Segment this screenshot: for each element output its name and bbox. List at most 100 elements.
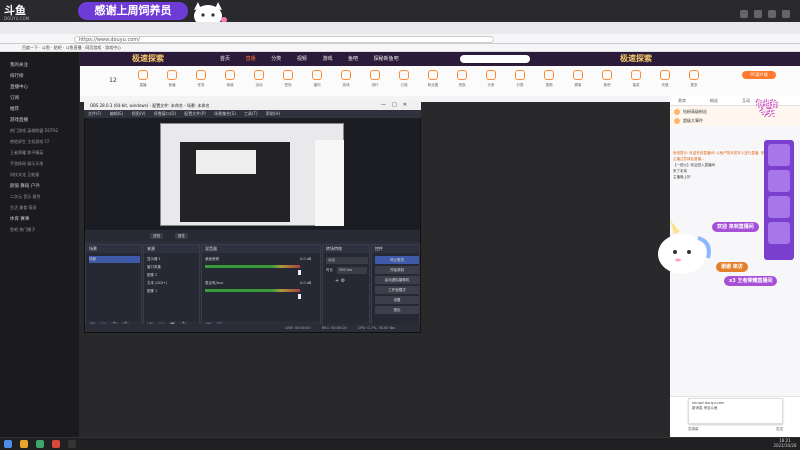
sidebar-item[interactable]: 鱼吧 热门圈子 xyxy=(10,227,78,235)
sidebar-item[interactable]: 订阅 xyxy=(10,95,78,103)
gift-icon[interactable] xyxy=(768,222,790,244)
filters-button[interactable]: 滤镜 xyxy=(150,233,163,239)
bookmark-item[interactable]: 斗鱼直播 xyxy=(65,45,81,50)
virtual-camera-button[interactable]: 启动虚拟摄像机 xyxy=(375,276,419,284)
nav-category[interactable]: 分类 xyxy=(271,56,281,62)
scene-item[interactable]: 场景 xyxy=(89,256,140,263)
explorer-icon[interactable] xyxy=(20,440,28,448)
bookmark-item[interactable]: 网页游戏 xyxy=(85,45,101,50)
start-recording-button[interactable]: 开始录制 xyxy=(375,266,419,274)
category-icon-item[interactable]: 贵族 xyxy=(449,66,475,96)
site-search-input[interactable] xyxy=(460,55,530,63)
menu-file[interactable]: 文件(F) xyxy=(88,111,101,116)
category-icon-item[interactable]: 视频 xyxy=(536,66,562,96)
bookmark-item[interactable]: 游戏中心 xyxy=(105,45,121,50)
chat-tab[interactable]: 粉丝 xyxy=(710,98,718,104)
properties-button[interactable]: 属性 xyxy=(175,233,188,239)
game-logo-left[interactable]: 极速探索 xyxy=(132,53,202,65)
category-icon-item[interactable]: 活动 xyxy=(246,66,272,96)
nav-explore[interactable]: 探秘新鱼吧 xyxy=(374,56,399,62)
source-item[interactable]: 图像 2 xyxy=(147,272,157,279)
category-icon-item[interactable]: 鱼塘 xyxy=(159,66,185,96)
category-icon-item[interactable]: 直播 xyxy=(130,66,156,96)
menu-docks[interactable]: 停靠窗口(D) xyxy=(154,111,176,116)
stop-streaming-button[interactable]: 停止推流 xyxy=(375,256,419,264)
source-item[interactable]: 显示器 1 xyxy=(147,256,161,263)
browser-icon[interactable] xyxy=(36,440,44,448)
sidebar-item[interactable]: 颜值 舞蹈 户外 xyxy=(10,183,78,191)
sidebar-item[interactable]: 游戏直播 xyxy=(10,117,78,125)
exit-button[interactable]: 退出 xyxy=(375,306,419,314)
category-icon-item[interactable]: 签到 xyxy=(275,66,301,96)
category-icon-item[interactable]: 头条 xyxy=(478,66,504,96)
category-icon-item[interactable]: 福利 xyxy=(304,66,330,96)
sidebar-item[interactable]: 我的关注 xyxy=(10,62,78,70)
nav-yuba[interactable]: 鱼吧 xyxy=(348,56,358,62)
gift-icon[interactable] xyxy=(768,196,790,218)
address-bar[interactable]: https://www.douyu.com/ xyxy=(74,36,494,43)
browser-tab-strip[interactable] xyxy=(0,22,800,34)
send-button[interactable]: 发送 xyxy=(776,426,783,432)
menu-edit[interactable]: 编辑(E) xyxy=(110,111,124,116)
bookmark-item[interactable]: 百度一下 xyxy=(22,45,38,50)
menu-scene-collection[interactable]: 场景集合(S) xyxy=(214,111,236,116)
studio-mode-button[interactable]: 工作室模式 xyxy=(375,286,419,294)
window-controls[interactable]: —□✕ xyxy=(381,102,419,109)
sidebar-item[interactable]: 科技文化 正能量 xyxy=(10,172,78,180)
menu-profile[interactable]: 配置文件(P) xyxy=(184,111,206,116)
category-icon-item[interactable]: 任务 xyxy=(188,66,214,96)
menu-tools[interactable]: 工具(T) xyxy=(244,111,258,116)
nav-live[interactable]: 直播 xyxy=(246,56,256,62)
sidebar-item[interactable]: 推荐 xyxy=(10,106,78,114)
menu-help[interactable]: 帮助(H) xyxy=(266,111,280,116)
notification-popup[interactable]: mingxi.douyu.com 新消息 来自斗鱼 xyxy=(688,398,783,424)
category-icon-item[interactable]: 排行 xyxy=(362,66,388,96)
obs-taskbar-icon[interactable] xyxy=(68,440,76,448)
category-icon-item[interactable]: 商城 xyxy=(217,66,243,96)
volume-slider[interactable] xyxy=(298,294,301,299)
source-item[interactable]: 窗口采集 xyxy=(147,264,161,271)
taskbar-clock[interactable]: 18:21 2022/10/28 xyxy=(770,438,800,450)
sidebar-item[interactable]: 生活 美食 萌宠 xyxy=(10,205,78,213)
game-logo-right[interactable]: 极速探索 xyxy=(620,53,690,65)
chat-tab[interactable]: 贵宾 xyxy=(678,98,686,104)
chat-input[interactable]: 发弹幕 xyxy=(688,427,699,431)
category-icon-item[interactable]: 充值 xyxy=(652,66,678,96)
sidebar-item[interactable]: 体育 赛事 xyxy=(10,216,78,224)
category-icon-item[interactable]: 抽奖 xyxy=(623,66,649,96)
source-item[interactable]: 图像 1 xyxy=(147,288,157,295)
rank-item[interactable]: 钻粉高级粉丝 xyxy=(674,108,707,116)
sidebar-item[interactable]: 排行榜 xyxy=(10,73,78,81)
nav-home[interactable]: 首页 xyxy=(220,56,230,62)
nav-game[interactable]: 游戏 xyxy=(322,56,332,62)
bookmark-item[interactable]: 贴吧 xyxy=(54,45,62,50)
category-icon-item[interactable]: 更多 xyxy=(681,66,707,96)
duration-input[interactable]: 300 ms xyxy=(337,267,367,274)
sidebar-item[interactable]: 二次元 音乐 星秀 xyxy=(10,194,78,202)
category-icon-item[interactable]: 赛事 xyxy=(565,66,591,96)
gift-icon[interactable] xyxy=(768,144,790,166)
category-icon-item[interactable]: 游戏 xyxy=(333,66,359,96)
bookmark-item[interactable]: 斗鱼 xyxy=(42,45,50,50)
category-icon-item[interactable]: 分类 xyxy=(507,66,533,96)
rank-item[interactable]: 超级大事件 xyxy=(674,117,703,125)
sidebar-item[interactable]: 绝地求生 主机游戏 CF xyxy=(10,139,78,147)
add-icon[interactable]: + ⚙ xyxy=(335,278,345,285)
category-icon-item[interactable]: 订阅 xyxy=(391,66,417,96)
category-icon-item[interactable]: 鱼吧 xyxy=(594,66,620,96)
category-icon-item[interactable]: 粉丝团 xyxy=(420,66,446,96)
windows-start-icon[interactable] xyxy=(4,440,12,448)
nav-video[interactable]: 视频 xyxy=(297,56,307,62)
sidebar-item[interactable]: 热门游戏 英雄联盟 DOTA2 xyxy=(10,128,78,136)
sidebar-item[interactable]: 手游休闲 娱乐天地 xyxy=(10,161,78,169)
sidebar-item[interactable]: 直播中心 xyxy=(10,84,78,92)
app-icon[interactable] xyxy=(52,440,60,448)
settings-button[interactable]: 设置 xyxy=(375,296,419,304)
source-item[interactable]: 文本 (GDI+) xyxy=(147,280,167,287)
obs-title-bar[interactable]: OBS 28.0.3 (64-bit, windows) - 配置文件: 未命名… xyxy=(84,101,421,110)
menu-view[interactable]: 视图(V) xyxy=(132,111,146,116)
pc-client-button[interactable]: PC客户端 xyxy=(742,71,776,79)
transition-select[interactable]: 淡出 xyxy=(326,257,368,264)
gift-panel[interactable] xyxy=(764,140,794,260)
volume-slider[interactable] xyxy=(298,270,301,275)
